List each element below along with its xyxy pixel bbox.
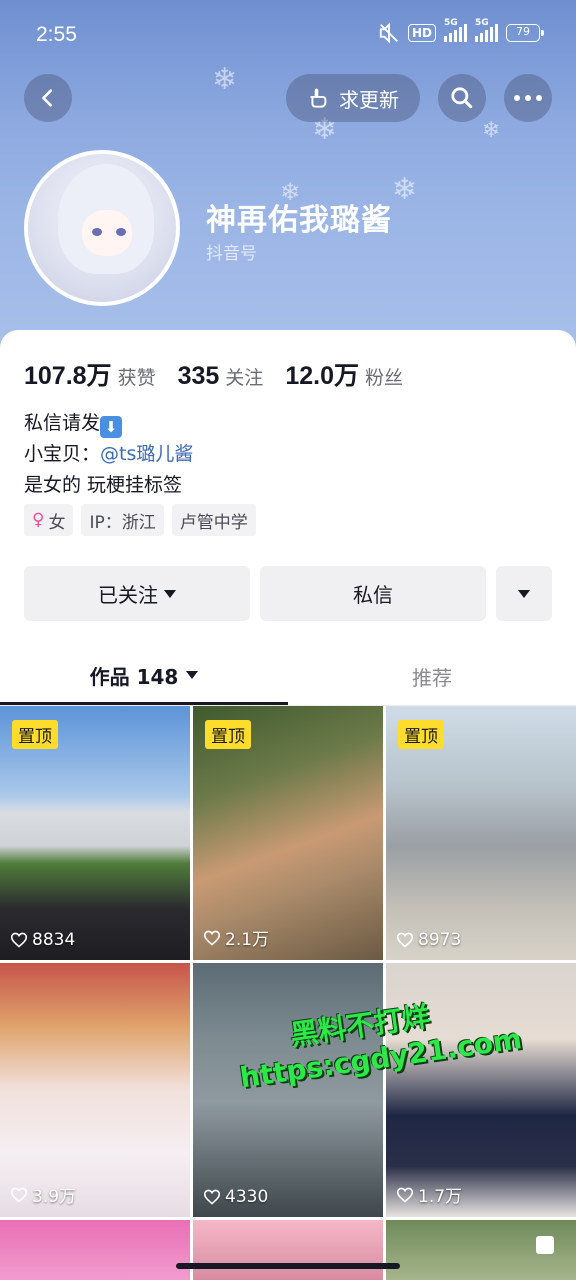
heart-icon xyxy=(10,1187,28,1203)
mention-link[interactable]: @ts璐儿酱 xyxy=(100,443,193,465)
like-count: 8834 xyxy=(10,930,75,950)
like-count: 3.9万 xyxy=(10,1182,76,1207)
stats-row: 107.8万 获赞 335 关注 12.0万 粉丝 xyxy=(24,356,425,392)
heart-icon xyxy=(203,1189,221,1205)
status-icons: HD 5G 5G 79 xyxy=(378,18,544,44)
bio-line-2: 小宝贝：@ts璐儿酱 xyxy=(24,443,194,465)
pinned-badge: 置顶 xyxy=(12,720,58,749)
search-button[interactable] xyxy=(438,74,486,122)
like-count: 8973 xyxy=(396,930,461,950)
more-dots-icon xyxy=(514,95,542,101)
profile-banner: ❄ ❄ ❄ ❄ ❄ 2:55 HD 5G 5G 79 求更新 神再佑我璐酱 抖音… xyxy=(0,0,576,360)
video-tile[interactable]: 3.9万 xyxy=(0,963,190,1217)
profile-tags: ♀ 女 IP：浙江 卢管中学 xyxy=(24,504,256,536)
video-tile[interactable]: 4330 xyxy=(193,963,383,1217)
school-tag[interactable]: 卢管中学 xyxy=(171,504,256,536)
video-tile[interactable]: 置顶 8973 xyxy=(386,706,576,960)
like-count: 2.1万 xyxy=(203,925,269,950)
back-button[interactable] xyxy=(24,74,72,122)
mute-icon xyxy=(379,22,398,44)
tab-works[interactable]: 作品 148 xyxy=(0,648,288,705)
multi-image-icon xyxy=(536,1236,554,1254)
status-bar: 2:55 HD 5G 5G 79 xyxy=(0,0,576,70)
snowflake-icon: ❄ xyxy=(482,118,501,143)
home-indicator[interactable] xyxy=(176,1263,400,1269)
bio: 私信请发 ⬇ 小宝贝：@ts璐儿酱 是女的 玩梗挂标签 xyxy=(24,408,193,501)
video-tile[interactable] xyxy=(0,1220,190,1280)
nickname: 神再佑我璐酱 xyxy=(206,203,392,238)
caret-down-icon xyxy=(186,671,199,679)
pinned-badge: 置顶 xyxy=(205,720,251,749)
content-tabs: 作品 148 推荐 xyxy=(0,648,576,706)
heart-icon xyxy=(396,1187,414,1203)
heart-icon xyxy=(10,932,28,948)
like-count: 4330 xyxy=(203,1187,268,1207)
bio-line-3: 是女的 玩梗挂标签 xyxy=(24,474,183,496)
signal-icon: 5G xyxy=(475,18,498,42)
douyin-id-label[interactable]: 抖音号 xyxy=(206,239,257,264)
tab-recommend[interactable]: 推荐 xyxy=(288,648,576,705)
heart-icon xyxy=(396,932,414,948)
female-icon: ♀ xyxy=(32,510,45,530)
ip-tag: IP：浙江 xyxy=(81,504,164,536)
caret-down-icon xyxy=(164,589,176,598)
chevron-left-icon xyxy=(42,89,53,107)
video-tile[interactable] xyxy=(193,1220,383,1280)
snowflake-icon: ❄ xyxy=(392,172,418,207)
request-update-label: 求更新 xyxy=(339,87,399,112)
pointing-hand-icon xyxy=(310,88,327,108)
search-icon xyxy=(451,87,473,109)
message-button[interactable]: 私信 xyxy=(260,566,486,621)
hd-badge: HD xyxy=(407,24,436,42)
more-options-dropdown[interactable] xyxy=(496,566,552,621)
bio-line-1: 私信请发 ⬇ xyxy=(24,408,193,439)
more-button[interactable] xyxy=(504,74,552,122)
heart-icon xyxy=(203,930,221,946)
avatar[interactable] xyxy=(24,150,180,306)
status-time: 2:55 xyxy=(36,23,77,46)
gender-tag: ♀ 女 xyxy=(24,504,74,536)
pinned-badge: 置顶 xyxy=(398,720,444,749)
stat-likes[interactable]: 107.8万 获赞 xyxy=(24,356,156,392)
request-update-button[interactable]: 求更新 xyxy=(286,74,420,122)
profile-card: 107.8万 获赞 335 关注 12.0万 粉丝 私信请发 ⬇ 小宝贝：@ts璐… xyxy=(0,330,576,1280)
like-count: 1.7万 xyxy=(396,1182,462,1207)
followed-button[interactable]: 已关注 xyxy=(24,566,250,621)
stat-followers[interactable]: 12.0万 粉丝 xyxy=(285,356,403,392)
video-tile[interactable]: 置顶 8834 xyxy=(0,706,190,960)
battery-icon: 79 xyxy=(506,24,544,42)
signal-icon: 5G xyxy=(444,18,467,42)
stat-following[interactable]: 335 关注 xyxy=(178,362,264,391)
action-buttons: 已关注 私信 xyxy=(24,566,552,621)
video-tile[interactable]: 置顶 2.1万 xyxy=(193,706,383,960)
down-arrow-icon: ⬇ xyxy=(100,416,123,438)
caret-down-icon xyxy=(518,589,530,598)
video-tile[interactable] xyxy=(386,1220,576,1280)
